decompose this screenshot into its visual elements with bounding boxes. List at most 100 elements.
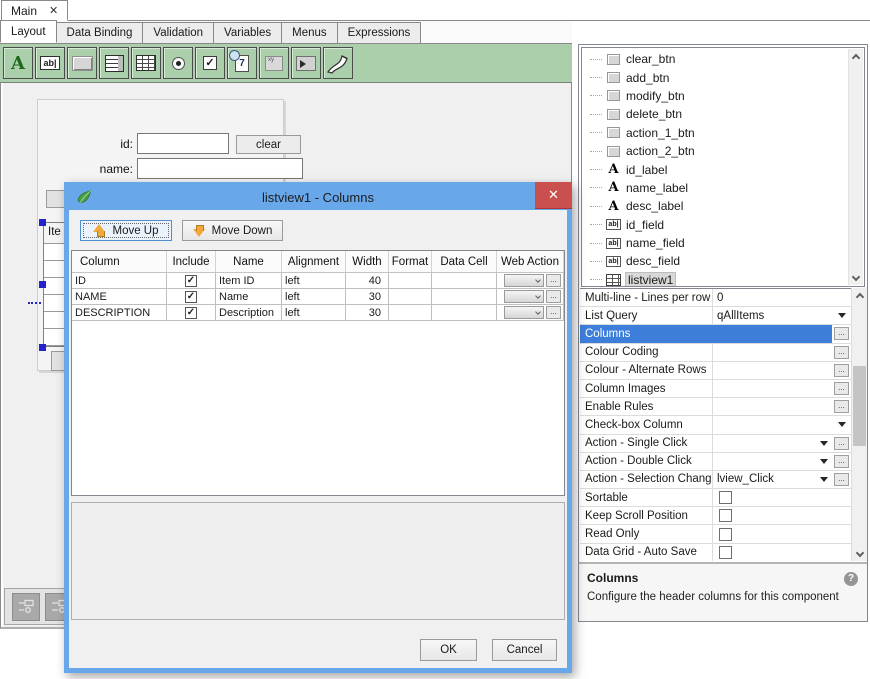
table-row-id[interactable]: ID✓Item IDleft40...	[72, 273, 564, 289]
note-tool[interactable]: xy	[259, 47, 289, 79]
column-header-name[interactable]: Name	[216, 251, 282, 272]
property-row-action-single-click[interactable]: Action - Single Click...	[580, 435, 851, 453]
web-action-dropdown[interactable]	[504, 306, 544, 319]
ellipsis-button[interactable]: ...	[834, 346, 849, 359]
ellipsis-button[interactable]: ...	[834, 382, 849, 395]
name-field[interactable]	[137, 158, 303, 179]
dropdown-arrow-icon[interactable]	[820, 477, 828, 482]
column-header-width[interactable]: Width	[346, 251, 389, 272]
column-header-data-cell[interactable]: Data Cell	[432, 251, 497, 272]
column-header-format[interactable]: Format	[389, 251, 432, 272]
tab-menus[interactable]: Menus	[281, 22, 338, 43]
property-row-check-box-column[interactable]: Check-box Column	[580, 416, 851, 434]
tree-item-clear-btn[interactable]: clear_btn	[582, 50, 864, 68]
ellipsis-button[interactable]: ...	[834, 473, 849, 486]
tree-item-id-field[interactable]: ab|id_field	[582, 216, 864, 234]
tab-data-binding[interactable]: Data Binding	[56, 22, 144, 43]
property-row-action-selection-change[interactable]: Action - Selection Changelview_Click...	[580, 471, 851, 489]
web-action-dropdown[interactable]	[504, 274, 544, 287]
property-row-data-grid-auto-save[interactable]: Data Grid - Auto Save	[580, 544, 851, 561]
column-header-alignment[interactable]: Alignment	[282, 251, 346, 272]
checkbox[interactable]	[719, 509, 732, 522]
ellipsis-button[interactable]: ...	[834, 364, 849, 377]
dropdown-arrow-icon[interactable]	[838, 422, 846, 427]
property-row-sortable[interactable]: Sortable	[580, 489, 851, 507]
tree-item-desc-label[interactable]: Adesc_label	[582, 197, 864, 215]
property-row-action-double-click[interactable]: Action - Double Click...	[580, 453, 851, 471]
cancel-button[interactable]: Cancel	[492, 639, 557, 661]
include-checkbox[interactable]: ✓	[185, 291, 197, 303]
dialog-close-icon[interactable]: ✕	[535, 182, 572, 209]
web-action-dropdown[interactable]	[504, 290, 544, 303]
pen-tool[interactable]	[323, 47, 353, 79]
move-down-button[interactable]: Move Down	[182, 220, 283, 241]
property-grid-scrollbar[interactable]	[851, 288, 867, 561]
ellipsis-button[interactable]: ...	[834, 400, 849, 413]
table-row-name[interactable]: NAME✓Nameleft30...	[72, 289, 564, 305]
tab-main[interactable]: Main ✕	[1, 0, 68, 21]
scroll-down-icon[interactable]	[852, 545, 867, 560]
ok-button[interactable]: OK	[420, 639, 477, 661]
scroll-up-icon[interactable]	[849, 50, 863, 65]
scroll-down-icon[interactable]	[849, 269, 863, 284]
tab-validation[interactable]: Validation	[142, 22, 214, 43]
dropdown-arrow-icon[interactable]	[820, 459, 828, 464]
align-left-button[interactable]	[12, 593, 40, 621]
tree-item-action-2-btn[interactable]: action_2_btn	[582, 142, 864, 160]
column-header-web-action[interactable]: Web Action	[497, 251, 564, 272]
include-checkbox[interactable]: ✓	[185, 307, 197, 319]
include-checkbox[interactable]: ✓	[185, 275, 197, 287]
tree-item-add-btn[interactable]: add_btn	[582, 68, 864, 86]
property-row-columns[interactable]: Columns...	[580, 325, 851, 343]
ellipsis-button[interactable]: ...	[546, 306, 561, 319]
ellipsis-button[interactable]: ...	[834, 327, 849, 340]
checkbox[interactable]	[719, 528, 732, 541]
property-row-enable-rules[interactable]: Enable Rules...	[580, 398, 851, 416]
tree-item-delete-btn[interactable]: delete_btn	[582, 105, 864, 123]
move-up-button[interactable]: Move Up	[80, 220, 172, 241]
help-icon[interactable]: ?	[844, 572, 858, 586]
scrollbar-thumb[interactable]	[853, 366, 866, 446]
dialog-titlebar[interactable]: listview1 - Columns ✕	[69, 187, 567, 210]
radio-button-tool[interactable]	[163, 47, 193, 79]
property-row-keep-scroll-position[interactable]: Keep Scroll Position	[580, 507, 851, 525]
id-field[interactable]	[137, 133, 229, 154]
tab-close-icon[interactable]: ✕	[49, 4, 58, 17]
property-row-colour-alternate-rows[interactable]: Colour - Alternate Rows...	[580, 362, 851, 380]
scroll-up-icon[interactable]	[852, 289, 867, 304]
property-row-multi-line-lines-per-row[interactable]: Multi-line - Lines per row0	[580, 289, 851, 307]
clear-button[interactable]: clear	[236, 135, 301, 154]
tab-layout[interactable]: Layout	[0, 20, 57, 43]
dropdown-arrow-icon[interactable]	[820, 441, 828, 446]
property-row-column-images[interactable]: Column Images...	[580, 380, 851, 398]
tree-item-name-field[interactable]: ab|name_field	[582, 234, 864, 252]
selection-handle-bottom[interactable]	[39, 344, 46, 351]
property-row-colour-coding[interactable]: Colour Coding...	[580, 344, 851, 362]
media-tool[interactable]	[291, 47, 321, 79]
tree-scrollbar[interactable]	[848, 49, 863, 285]
property-row-read-only[interactable]: Read Only	[580, 525, 851, 543]
tab-expressions[interactable]: Expressions	[337, 22, 422, 43]
tree-item-listview1[interactable]: listview1	[582, 271, 864, 287]
label-tool[interactable]: A	[3, 47, 33, 79]
grid-tool[interactable]	[131, 47, 161, 79]
listbox-tool[interactable]	[99, 47, 129, 79]
property-row-list-query[interactable]: List QueryqAllItems	[580, 307, 851, 325]
tree-item-id-label[interactable]: Aid_label	[582, 160, 864, 178]
column-header-column[interactable]: Column	[72, 251, 167, 272]
checkbox-tool[interactable]: ✓	[195, 47, 225, 79]
tree-item-action-1-btn[interactable]: action_1_btn	[582, 124, 864, 142]
selection-handle-middle[interactable]	[39, 281, 46, 288]
ellipsis-button[interactable]: ...	[546, 290, 561, 303]
dropdown-arrow-icon[interactable]	[838, 313, 846, 318]
checkbox[interactable]	[719, 546, 732, 559]
tab-variables[interactable]: Variables	[213, 22, 282, 43]
date-picker-tool[interactable]: 7	[227, 47, 257, 79]
ellipsis-button[interactable]: ...	[834, 455, 849, 468]
table-row-description[interactable]: DESCRIPTION✓Descriptionleft30...	[72, 305, 564, 321]
tree-item-name-label[interactable]: Aname_label	[582, 179, 864, 197]
button-tool[interactable]	[67, 47, 97, 79]
column-header-include[interactable]: Include	[167, 251, 216, 272]
tree-item-modify-btn[interactable]: modify_btn	[582, 87, 864, 105]
textfield-tool[interactable]: ab|	[35, 47, 65, 79]
